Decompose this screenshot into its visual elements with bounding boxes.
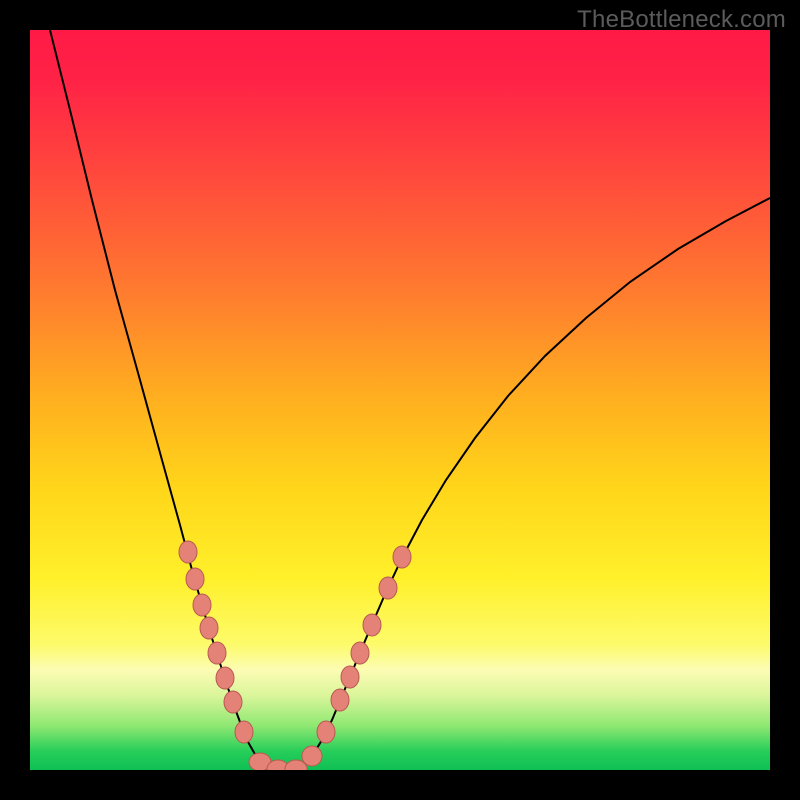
data-marker xyxy=(363,614,381,636)
data-marker xyxy=(302,746,322,766)
data-marker xyxy=(224,691,242,713)
chart-frame: TheBottleneck.com xyxy=(0,0,800,800)
data-marker xyxy=(208,642,226,664)
data-marker xyxy=(317,721,335,743)
data-marker xyxy=(200,617,218,639)
data-marker xyxy=(331,689,349,711)
data-marker xyxy=(235,721,253,743)
data-marker xyxy=(393,546,411,568)
data-marker xyxy=(379,577,397,599)
data-marker xyxy=(341,666,359,688)
data-markers xyxy=(179,541,411,770)
bottleneck-curve xyxy=(50,30,770,770)
plot-area xyxy=(30,30,770,770)
curve-layer xyxy=(30,30,770,770)
data-marker xyxy=(193,594,211,616)
data-marker xyxy=(179,541,197,563)
data-marker xyxy=(186,568,204,590)
data-marker xyxy=(351,642,369,664)
data-marker xyxy=(216,667,234,689)
